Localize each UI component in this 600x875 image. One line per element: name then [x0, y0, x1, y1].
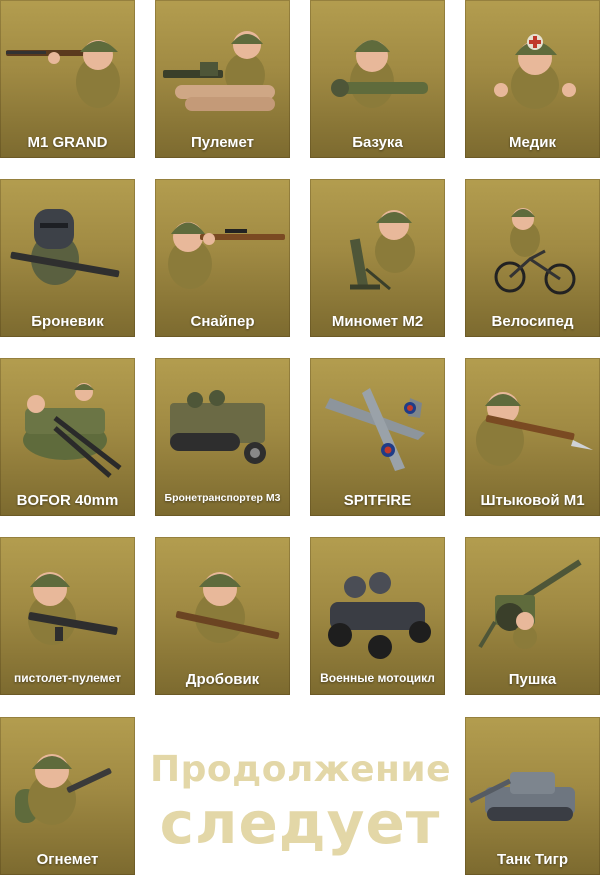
unit-label: Военные мотоцикл [320, 671, 435, 685]
unit-card-mortar[interactable]: Миномет М2 [310, 179, 445, 337]
bofors-gun-icon [23, 383, 122, 478]
unit-label: Велосипед [491, 313, 574, 330]
unit-label: пистолет-пулемет [14, 671, 121, 685]
unit-label: Штыковой М1 [480, 492, 585, 509]
halftrack-icon [170, 390, 266, 464]
bayonet-soldier-icon [476, 392, 593, 466]
unit-label: Бронетранспортер М3 [164, 492, 281, 504]
continue-line-2: следует [159, 789, 441, 857]
bazooka-soldier-icon [331, 40, 428, 108]
sniper-soldier-icon [168, 222, 285, 289]
unit-card-submachine-gun[interactable]: пистолет-пулемет [0, 537, 135, 695]
unit-card-bofors[interactable]: BOFOR 40mm [0, 358, 135, 516]
unit-card-machine-gun[interactable]: Пулемет [155, 0, 290, 158]
spitfire-plane-icon [325, 388, 425, 471]
armored-soldier-icon [10, 209, 120, 285]
field-cannon-icon [478, 559, 582, 649]
unit-card-spitfire[interactable]: SPITFIRE [310, 358, 445, 516]
unit-label: Броневик [31, 313, 104, 330]
tiger-tank-icon [468, 772, 575, 821]
unit-label: Пулемет [191, 134, 254, 151]
machine-gun-soldier-icon [163, 31, 275, 111]
unit-card-medic[interactable]: Медик [465, 0, 600, 158]
unit-card-halftrack[interactable]: Бронетранспортер М3 [155, 358, 290, 516]
continue-line-1: Продолжение [150, 749, 452, 790]
bicycle-soldier-icon [494, 208, 576, 295]
unit-card-flamethrower[interactable]: Огнемет [0, 717, 135, 875]
to-be-continued-banner: Продолжение следует [150, 748, 452, 857]
unit-label: Дробовик [185, 671, 260, 688]
unit-card-sniper[interactable]: Снайпер [155, 179, 290, 337]
unit-card-armored[interactable]: Броневик [0, 179, 135, 337]
submachine-gun-soldier-icon [28, 572, 118, 645]
unit-card-m1-garand[interactable]: M1 GRAND [0, 0, 135, 158]
unit-label: Снайпер [190, 313, 255, 330]
flamethrower-soldier-icon [15, 754, 112, 825]
shotgun-soldier-icon [175, 572, 280, 643]
unit-label: Танк Тигр [496, 851, 569, 868]
unit-label: BOFOR 40mm [16, 492, 119, 509]
unit-label: Огнемет [36, 851, 99, 868]
unit-label: SPITFIRE [343, 492, 412, 509]
medic-soldier-icon [494, 34, 576, 109]
unit-card-motorcycle[interactable]: Военные мотоцикл [310, 537, 445, 695]
unit-label: Базука [352, 134, 403, 151]
m1-garand-soldier-icon [6, 40, 120, 108]
unit-card-bicycle[interactable]: Велосипед [465, 179, 600, 337]
unit-label: Медик [508, 134, 557, 151]
unit-card-shotgun[interactable]: Дробовик [155, 537, 290, 695]
mortar-soldier-icon [349, 210, 415, 291]
unit-label: M1 GRAND [27, 134, 108, 151]
unit-label: Миномет М2 [331, 313, 424, 330]
unit-label: Пушка [508, 671, 557, 688]
sidecar-motorcycle-icon [328, 572, 431, 659]
unit-card-tiger-tank[interactable]: Танк Тигр [465, 717, 600, 875]
unit-card-cannon[interactable]: Пушка [465, 537, 600, 695]
unit-card-bayonet[interactable]: Штыковой М1 [465, 358, 600, 516]
unit-card-bazooka[interactable]: Базука [310, 0, 445, 158]
